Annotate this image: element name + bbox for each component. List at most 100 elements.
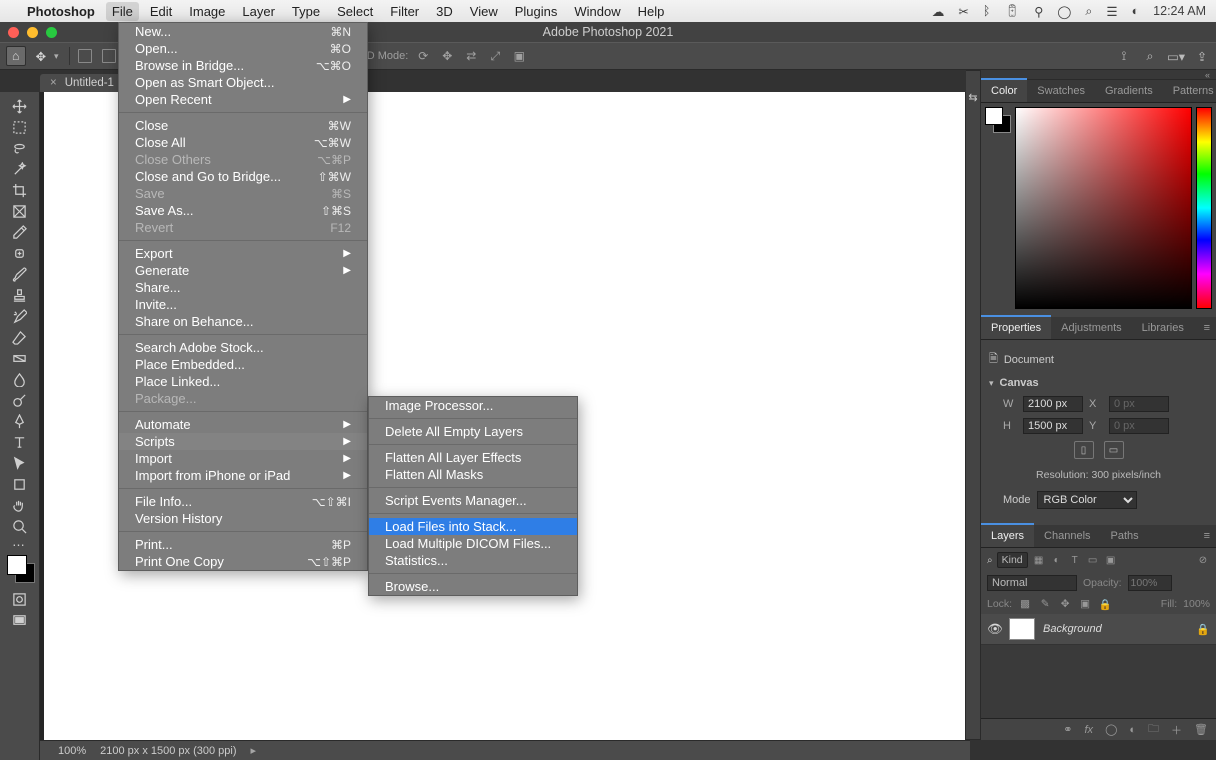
visibility-icon[interactable]: 👁 xyxy=(987,622,1001,637)
lock-all-icon[interactable]: 🔒 xyxy=(1098,597,1112,611)
menu-item[interactable]: Open...⌘O xyxy=(119,40,367,57)
menu-item[interactable]: Scripts▶ xyxy=(119,433,367,450)
document-info[interactable]: 2100 px x 1500 px (300 ppi) xyxy=(100,745,236,757)
menu-file[interactable]: File xyxy=(106,2,139,21)
filter-shape-icon[interactable]: ▭ xyxy=(1086,553,1100,567)
cloud-icon[interactable]: ☁ xyxy=(932,4,945,19)
clock[interactable]: 12:24 AM xyxy=(1153,4,1206,18)
zoom-level[interactable]: 100% xyxy=(58,745,86,757)
frame-tool[interactable] xyxy=(1,201,39,222)
menu-item[interactable]: Browse in Bridge...⌥⌘O xyxy=(119,57,367,74)
group-icon[interactable]: 🗀 xyxy=(1148,720,1159,739)
panel-menu-icon[interactable]: ≡ xyxy=(1198,317,1216,339)
cloud-docs-icon[interactable]: ⟟ xyxy=(1116,48,1132,64)
menu-item[interactable]: Print...⌘P xyxy=(119,536,367,553)
fx-icon[interactable]: fx xyxy=(1085,724,1094,736)
dropdown-caret-icon[interactable]: ▾ xyxy=(54,51,59,62)
menu-layer[interactable]: Layer xyxy=(242,4,275,19)
siri-icon[interactable]: ◐ xyxy=(1132,4,1140,18)
wand-tool[interactable] xyxy=(1,159,39,180)
lock-artboard-icon[interactable]: ▣ xyxy=(1078,597,1092,611)
eraser-tool[interactable] xyxy=(1,327,39,348)
menu-item[interactable]: Statistics... xyxy=(369,552,577,569)
filter-adjust-icon[interactable]: ◐ xyxy=(1050,553,1064,567)
menu-item[interactable]: Close and Go to Bridge...⇧⌘W xyxy=(119,168,367,185)
menu-item[interactable]: Share... xyxy=(119,279,367,296)
move-tool-icon[interactable]: ✥ xyxy=(36,49,46,64)
tab-adjustments[interactable]: Adjustments xyxy=(1051,317,1132,339)
collapsed-panel-column[interactable]: ⇆ xyxy=(965,70,981,740)
W-field[interactable]: 2100 px xyxy=(1023,396,1083,412)
menu-item[interactable]: Place Embedded... xyxy=(119,356,367,373)
3d-camera-icon[interactable]: ▣ xyxy=(510,47,528,65)
link-layers-icon[interactable]: ⚭ xyxy=(1063,723,1072,736)
history-brush-tool[interactable] xyxy=(1,306,39,327)
menu-item[interactable]: Generate▶ xyxy=(119,262,367,279)
menu-type[interactable]: Type xyxy=(292,4,320,19)
menu-item[interactable]: New...⌘N xyxy=(119,23,367,40)
spotlight-icon[interactable]: ⌕ xyxy=(1085,4,1092,19)
stamp-tool[interactable] xyxy=(1,285,39,306)
menu-image[interactable]: Image xyxy=(189,4,225,19)
layer-row[interactable]: 👁 Background 🔒 xyxy=(981,614,1216,645)
3d-orbit-icon[interactable]: ⟳ xyxy=(414,47,432,65)
eyedropper-tool[interactable] xyxy=(1,222,39,243)
hand-tool[interactable] xyxy=(1,495,39,516)
color-fgbg[interactable] xyxy=(981,103,1015,313)
path-select-tool[interactable] xyxy=(1,453,39,474)
dodge-tool[interactable] xyxy=(1,390,39,411)
tab-paths[interactable]: Paths xyxy=(1101,525,1149,547)
filter-pixel-icon[interactable]: ▦ xyxy=(1032,553,1046,567)
tab-properties[interactable]: Properties xyxy=(981,315,1051,339)
menu-item[interactable]: Script Events Manager... xyxy=(369,492,577,509)
shape-tool[interactable] xyxy=(1,474,39,495)
status-caret-icon[interactable]: ▸ xyxy=(251,744,257,757)
menu-item[interactable]: Open Recent▶ xyxy=(119,91,367,108)
document-tab[interactable]: × Untitled-1 xyxy=(40,74,124,92)
menu-item[interactable]: Flatten All Masks xyxy=(369,466,577,483)
lock-trans-icon[interactable]: ▩ xyxy=(1018,597,1032,611)
layer-filter-kind[interactable]: Kind xyxy=(997,552,1028,568)
tab-color[interactable]: Color xyxy=(981,78,1027,102)
zoom-tool[interactable] xyxy=(1,516,39,537)
blend-mode-select[interactable]: Normal xyxy=(987,575,1077,591)
share-icon[interactable]: ⇪ xyxy=(1194,48,1210,64)
layer-thumbnail[interactable] xyxy=(1009,618,1035,640)
mask-icon[interactable]: ◯ xyxy=(1105,723,1117,736)
menu-item[interactable]: Close⌘W xyxy=(119,117,367,134)
filter-toggle-icon[interactable]: ⊘ xyxy=(1196,553,1210,567)
menu-item[interactable]: Save As...⇧⌘S xyxy=(119,202,367,219)
new-layer-icon[interactable]: ＋ xyxy=(1171,722,1182,738)
crop-tool[interactable] xyxy=(1,180,39,201)
panel-menu-icon[interactable]: ≡ xyxy=(1198,525,1216,547)
menu-item[interactable]: Automate▶ xyxy=(119,416,367,433)
menu-view[interactable]: View xyxy=(470,4,498,19)
menu-item[interactable]: File Info...⌥⇧⌘I xyxy=(119,493,367,510)
orientation-landscape-icon[interactable]: ▭ xyxy=(1104,441,1124,459)
tab-swatches[interactable]: Swatches xyxy=(1027,80,1095,102)
chevron-down-icon[interactable]: ▾ xyxy=(989,378,994,389)
3d-scale-icon[interactable]: ⤢ xyxy=(486,47,504,65)
blur-tool[interactable] xyxy=(1,369,39,390)
opacity-field[interactable]: 100% xyxy=(1128,575,1172,591)
filter-smart-icon[interactable]: ▣ xyxy=(1104,553,1118,567)
heal-tool[interactable] xyxy=(1,243,39,264)
marquee-tool[interactable] xyxy=(1,117,39,138)
menu-item[interactable]: Flatten All Layer Effects xyxy=(369,449,577,466)
color-picker[interactable] xyxy=(981,103,1216,313)
fill-field[interactable]: 100% xyxy=(1183,598,1210,610)
color-saturation-field[interactable] xyxy=(1015,107,1192,309)
menu-item[interactable]: Load Files into Stack... xyxy=(369,518,577,535)
menu-item[interactable]: Share on Behance... xyxy=(119,313,367,330)
menu-item[interactable]: Place Linked... xyxy=(119,373,367,390)
workspace-icon[interactable]: ▭▾ xyxy=(1168,48,1184,64)
menu-item[interactable]: Version History xyxy=(119,510,367,527)
menu-window[interactable]: Window xyxy=(574,4,620,19)
color-hue-slider[interactable] xyxy=(1196,107,1212,309)
lasso-tool[interactable] xyxy=(1,138,39,159)
battery-icon[interactable]: 🔋︎ xyxy=(1004,4,1020,19)
menu-item[interactable]: Print One Copy⌥⇧⌘P xyxy=(119,553,367,570)
gradient-tool[interactable] xyxy=(1,348,39,369)
lock-paint-icon[interactable]: ✎ xyxy=(1038,597,1052,611)
control-center-icon[interactable]: ☰ xyxy=(1106,4,1117,19)
